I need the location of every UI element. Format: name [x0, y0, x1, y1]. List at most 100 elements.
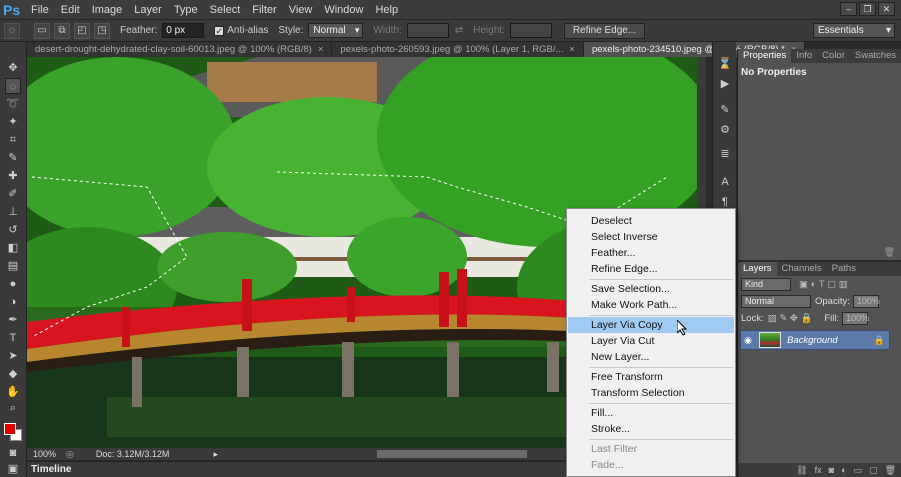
menu-item-select-inverse[interactable]: Select Inverse [567, 229, 735, 245]
antialias-checkbox[interactable]: ✓ [214, 25, 225, 36]
menu-item-refine-edge[interactable]: Refine Edge... [567, 261, 735, 277]
elliptical-marquee-tool-icon[interactable]: ◌ [5, 78, 21, 94]
adjustments-icon[interactable]: ⚙ [717, 122, 733, 138]
new-selection-icon[interactable]: ▭ [34, 22, 50, 39]
move-tool-icon[interactable]: ✥ [5, 60, 21, 76]
shape-tool-icon[interactable]: ◆ [5, 366, 21, 382]
lasso-tool-icon[interactable]: ➰ [5, 96, 21, 112]
filter-kind-select[interactable]: Kind [741, 278, 791, 291]
menu-item-save-selection[interactable]: Save Selection... [567, 281, 735, 297]
menu-file[interactable]: File [25, 4, 55, 16]
tab-info[interactable]: Info [791, 49, 817, 63]
fill-input[interactable]: 100% [842, 312, 869, 325]
type-tool-icon[interactable]: T [5, 330, 21, 346]
antialias-label: Anti-alias [227, 25, 269, 36]
gradient-tool-icon[interactable]: ▤ [5, 258, 21, 274]
menu-edit[interactable]: Edit [55, 4, 86, 16]
hand-tool-icon[interactable]: ✋ [5, 384, 21, 400]
blend-mode-select[interactable]: Normal [741, 295, 811, 308]
restore-icon[interactable]: ❐ [859, 2, 876, 16]
brush-presets-icon[interactable]: ✎ [717, 102, 733, 118]
menu-type[interactable]: Type [168, 4, 204, 16]
delete-layer-icon[interactable]: 🗑 [885, 463, 896, 477]
path-selection-tool-icon[interactable]: ➤ [5, 348, 21, 364]
tab-channels[interactable]: Channels [777, 262, 827, 276]
styles-icon[interactable]: ≣ [717, 146, 733, 162]
menu-help[interactable]: Help [369, 4, 404, 16]
subtract-selection-icon[interactable]: ◰ [74, 22, 90, 39]
menu-filter[interactable]: Filter [246, 4, 282, 16]
menu-item-make-work-path[interactable]: Make Work Path... [567, 297, 735, 313]
adjustment-layer-icon[interactable]: ◐ [841, 463, 846, 477]
workspace-select[interactable]: Essentials [813, 23, 895, 38]
tab-properties[interactable]: Properties [738, 49, 792, 63]
menu-item-layer-via-cut[interactable]: Layer Via Cut [567, 333, 735, 349]
menu-item-feather[interactable]: Feather... [567, 245, 735, 261]
menu-window[interactable]: Window [318, 4, 369, 16]
clone-stamp-tool-icon[interactable]: ⊥ [5, 204, 21, 220]
status-arrow-icon[interactable]: ▸ [213, 449, 218, 460]
blur-tool-icon[interactable]: ● [5, 276, 21, 292]
crop-tool-icon[interactable]: ⌗ [5, 132, 21, 148]
timeline-label[interactable]: Timeline [31, 464, 71, 475]
menu-select[interactable]: Select [204, 4, 247, 16]
info-icon: ◎ [66, 448, 74, 459]
intersect-selection-icon[interactable]: ◳ [94, 22, 110, 39]
horizontal-scrollbar[interactable] [377, 450, 527, 458]
trash-icon[interactable]: 🗑 [884, 247, 895, 258]
visibility-eye-icon[interactable]: ◉ [741, 335, 755, 346]
history-brush-tool-icon[interactable]: ↺ [5, 222, 21, 238]
pen-tool-icon[interactable]: ✒ [5, 312, 21, 328]
tab-layers[interactable]: Layers [738, 262, 777, 276]
healing-brush-tool-icon[interactable]: ✚ [5, 168, 21, 184]
menu-item-fill[interactable]: Fill... [567, 405, 735, 421]
quick-mask-icon[interactable]: ◙ [5, 445, 21, 461]
close-icon[interactable]: ✕ [878, 2, 895, 16]
doc-tab[interactable]: desert-drought-dehydrated-clay-soil-6001… [27, 42, 333, 57]
minimize-icon[interactable]: – [840, 2, 857, 16]
screen-mode-icon[interactable]: ▣ [5, 461, 21, 477]
tab-swatches[interactable]: Swatches [850, 49, 901, 63]
menu-image[interactable]: Image [86, 4, 129, 16]
style-select[interactable]: Normal [308, 23, 364, 38]
menu-item-layer-via-copy[interactable]: Layer Via Copy [568, 317, 734, 333]
refine-edge-button[interactable]: Refine Edge... [563, 22, 646, 39]
width-label: Width: [373, 25, 402, 36]
zoom-level[interactable]: 100% [33, 449, 56, 459]
history-icon[interactable]: ⌛ [717, 56, 733, 72]
doc-tab[interactable]: pexels-photo-260593.jpeg @ 100% (Layer 1… [332, 42, 584, 57]
character-icon[interactable]: A [717, 174, 733, 190]
lock-options-icons[interactable]: ▨ ✎ ✥ 🔒 [768, 313, 813, 324]
magic-wand-tool-icon[interactable]: ✦ [5, 114, 21, 130]
filter-icons[interactable]: ▣ ◐ T ▢ ▥ [799, 279, 848, 290]
group-icon[interactable]: ▭ [854, 463, 863, 477]
close-tab-icon[interactable]: × [569, 44, 575, 55]
menu-item-free-transform[interactable]: Free Transform [567, 369, 735, 385]
menu-item-stroke[interactable]: Stroke... [567, 421, 735, 437]
tab-color[interactable]: Color [817, 49, 850, 63]
eraser-tool-icon[interactable]: ◧ [5, 240, 21, 256]
add-mask-icon[interactable]: ◙ [829, 463, 834, 477]
marquee-ellipse-icon[interactable]: ◌ [4, 22, 20, 39]
fx-icon[interactable]: fx [815, 463, 822, 477]
actions-icon[interactable]: ▶ [717, 76, 733, 92]
brush-tool-icon[interactable]: ✐ [5, 186, 21, 202]
link-layers-icon[interactable]: ⛓ [796, 463, 807, 477]
add-selection-icon[interactable]: ⧉ [54, 22, 70, 39]
layer-row[interactable]: ◉ Background 🔒 [740, 330, 890, 350]
opacity-input[interactable]: 100% [852, 295, 880, 308]
foreground-color-swatch[interactable] [4, 423, 16, 435]
menu-item-deselect[interactable]: Deselect [567, 213, 735, 229]
eyedropper-tool-icon[interactable]: ✎ [5, 150, 21, 166]
menu-item-transform-selection[interactable]: Transform Selection [567, 385, 735, 401]
tab-paths[interactable]: Paths [827, 262, 861, 276]
menu-item-new-layer[interactable]: New Layer... [567, 349, 735, 365]
new-layer-icon[interactable]: ▢ [869, 463, 878, 477]
close-tab-icon[interactable]: × [318, 44, 324, 55]
menu-view[interactable]: View [283, 4, 319, 16]
tools-panel: ✥ ◌ ➰ ✦ ⌗ ✎ ✚ ✐ ⊥ ↺ ◧ ▤ ● ◑ ✒ T ➤ ◆ ✋ ⌕ … [0, 42, 27, 477]
zoom-tool-icon[interactable]: ⌕ [5, 400, 21, 416]
dodge-tool-icon[interactable]: ◑ [5, 294, 21, 310]
menu-layer[interactable]: Layer [128, 4, 168, 16]
feather-input[interactable]: 0 px [162, 23, 205, 38]
